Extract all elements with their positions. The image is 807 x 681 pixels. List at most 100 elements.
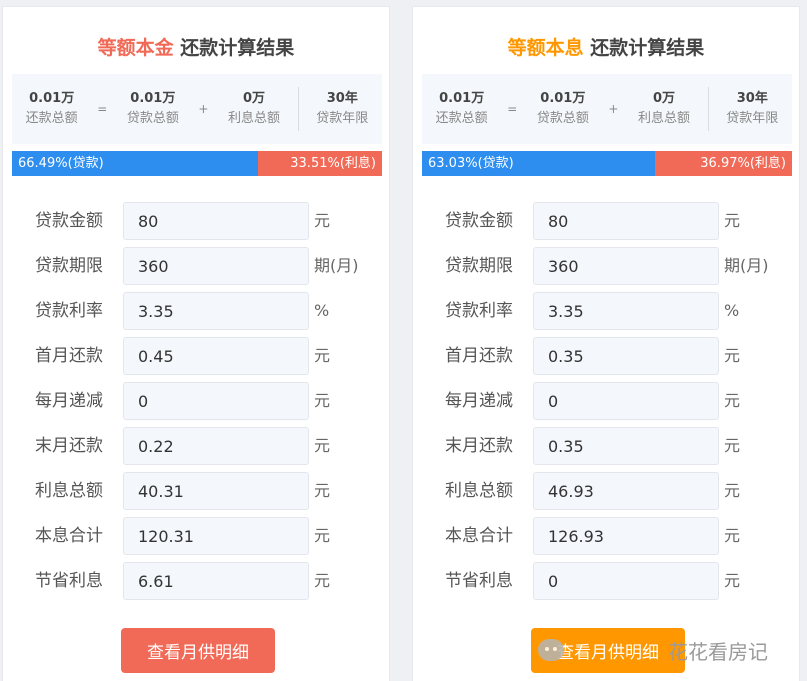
loan-total: 0.01万 贷款总额 [113, 89, 192, 129]
loan-total-label: 贷款总额 [536, 111, 589, 126]
summary-divider [297, 87, 299, 131]
panel-title: 等额本息 还款计算结果 [413, 33, 799, 60]
equals-sign: = [507, 102, 518, 116]
first-month-payment-input[interactable] [533, 337, 719, 375]
field-label: 利息总额 [445, 481, 513, 501]
loan-years-value: 30年 [736, 91, 768, 106]
field-unit: 元 [314, 346, 331, 365]
field-unit: 元 [724, 391, 741, 410]
loan-amount-input[interactable] [533, 202, 719, 240]
field-unit: 元 [724, 211, 741, 230]
wechat-icon [538, 639, 564, 661]
repayment-summary: 0.01万 还款总额 = 0.01万 贷款总额 + 0万 利息总额 30年 贷款… [12, 74, 382, 144]
principal-interest-sum-input[interactable] [123, 517, 309, 555]
title-highlight: 等额本息 [507, 37, 584, 59]
field-loan-amount: 贷款金额 元 [413, 202, 799, 247]
field-unit: 期(月) [724, 256, 769, 275]
equals-sign: = [97, 102, 108, 116]
field-loan-term: 贷款期限 期(月) [3, 247, 389, 292]
field-unit: 元 [314, 391, 331, 410]
principal-interest-sum-input[interactable] [533, 517, 719, 555]
field-loan-amount: 贷款金额 元 [3, 202, 389, 247]
field-label: 本息合计 [445, 526, 513, 546]
field-unit: 元 [314, 526, 331, 545]
field-first-month-payment: 首月还款 元 [413, 337, 799, 382]
field-unit: % [724, 301, 740, 320]
field-unit: 元 [724, 481, 741, 500]
total-interest-input[interactable] [123, 472, 309, 510]
monthly-decrease-input[interactable] [533, 382, 719, 420]
last-month-payment-input[interactable] [533, 427, 719, 465]
field-last-month-payment: 末月还款 元 [3, 427, 389, 472]
field-total-interest: 利息总额 元 [413, 472, 799, 517]
total-repayment: 0.01万 还款总额 [12, 89, 91, 129]
field-unit: 元 [724, 526, 741, 545]
total-repayment-label: 还款总额 [25, 111, 78, 126]
field-label: 贷款金额 [35, 211, 103, 231]
loan-ratio-segment: 63.03%(贷款) [422, 151, 656, 176]
field-label: 首月还款 [445, 346, 513, 366]
loan-total-label: 贷款总额 [126, 111, 179, 126]
loan-total: 0.01万 贷款总额 [523, 89, 602, 129]
field-label: 利息总额 [35, 481, 103, 501]
total-repayment-label: 还款总额 [435, 111, 488, 126]
field-monthly-decrease: 每月递减 元 [3, 382, 389, 427]
loan-years: 30年 贷款年限 [303, 89, 382, 129]
watermark-text: 花花看房记 [668, 639, 768, 664]
total-interest-input[interactable] [533, 472, 719, 510]
total-repayment-value: 0.01万 [29, 91, 75, 106]
monthly-decrease-input[interactable] [123, 382, 309, 420]
field-principal-interest-sum: 本息合计 元 [413, 517, 799, 562]
field-label: 首月还款 [35, 346, 103, 366]
interest-saved-input[interactable] [533, 562, 719, 600]
loan-amount-input[interactable] [123, 202, 309, 240]
title-highlight: 等额本金 [97, 37, 174, 59]
result-form: 贷款金额 元 贷款期限 期(月) 贷款利率 % 首月还款 元 每月递减 元 末月… [3, 202, 389, 607]
first-month-payment-input[interactable] [123, 337, 309, 375]
field-label: 贷款金额 [445, 211, 513, 231]
field-label: 贷款期限 [445, 256, 513, 276]
interest-total: 0万 利息总额 [624, 89, 703, 129]
total-repayment: 0.01万 还款总额 [422, 89, 501, 129]
field-unit: 元 [724, 571, 741, 590]
title-rest: 还款计算结果 [173, 37, 295, 59]
interest-total: 0万 利息总额 [214, 89, 293, 129]
field-label: 贷款期限 [35, 256, 103, 276]
interest-total-label: 利息总额 [637, 111, 690, 126]
title-rest: 还款计算结果 [583, 37, 705, 59]
field-label: 节省利息 [35, 571, 103, 591]
interest-total-value: 0万 [652, 91, 675, 106]
interest-total-value: 0万 [242, 91, 265, 106]
field-unit: 元 [314, 436, 331, 455]
plus-sign: + [608, 102, 619, 116]
interest-ratio-segment: 33.51%(利息) [258, 151, 382, 176]
field-label: 贷款利率 [35, 301, 103, 321]
field-last-month-payment: 末月还款 元 [413, 427, 799, 472]
field-first-month-payment: 首月还款 元 [3, 337, 389, 382]
field-label: 本息合计 [35, 526, 103, 546]
interest-saved-input[interactable] [123, 562, 309, 600]
loan-total-value: 0.01万 [130, 91, 176, 106]
equal-principal-panel: 等额本金 还款计算结果 0.01万 还款总额 = 0.01万 贷款总额 + 0万… [2, 6, 390, 681]
view-monthly-details-button[interactable]: 查看月供明细 [121, 628, 275, 673]
interest-rate-input[interactable] [123, 292, 309, 330]
field-interest-saved: 节省利息 元 [3, 562, 389, 607]
loan-years-label: 贷款年限 [316, 111, 369, 126]
last-month-payment-input[interactable] [123, 427, 309, 465]
field-total-interest: 利息总额 元 [3, 472, 389, 517]
loan-years-label: 贷款年限 [726, 111, 779, 126]
field-monthly-decrease: 每月递减 元 [413, 382, 799, 427]
interest-ratio-segment: 36.97%(利息) [655, 151, 792, 176]
loan-term-input[interactable] [533, 247, 719, 285]
field-unit: 期(月) [314, 256, 359, 275]
loan-term-input[interactable] [123, 247, 309, 285]
field-label: 每月递减 [35, 391, 103, 411]
field-interest-rate: 贷款利率 % [3, 292, 389, 337]
interest-rate-input[interactable] [533, 292, 719, 330]
field-unit: 元 [314, 211, 331, 230]
field-unit: 元 [724, 346, 741, 365]
interest-total-label: 利息总额 [227, 111, 280, 126]
total-repayment-value: 0.01万 [439, 91, 485, 106]
field-unit: 元 [724, 436, 741, 455]
result-form: 贷款金额 元 贷款期限 期(月) 贷款利率 % 首月还款 元 每月递减 元 末月… [413, 202, 799, 607]
